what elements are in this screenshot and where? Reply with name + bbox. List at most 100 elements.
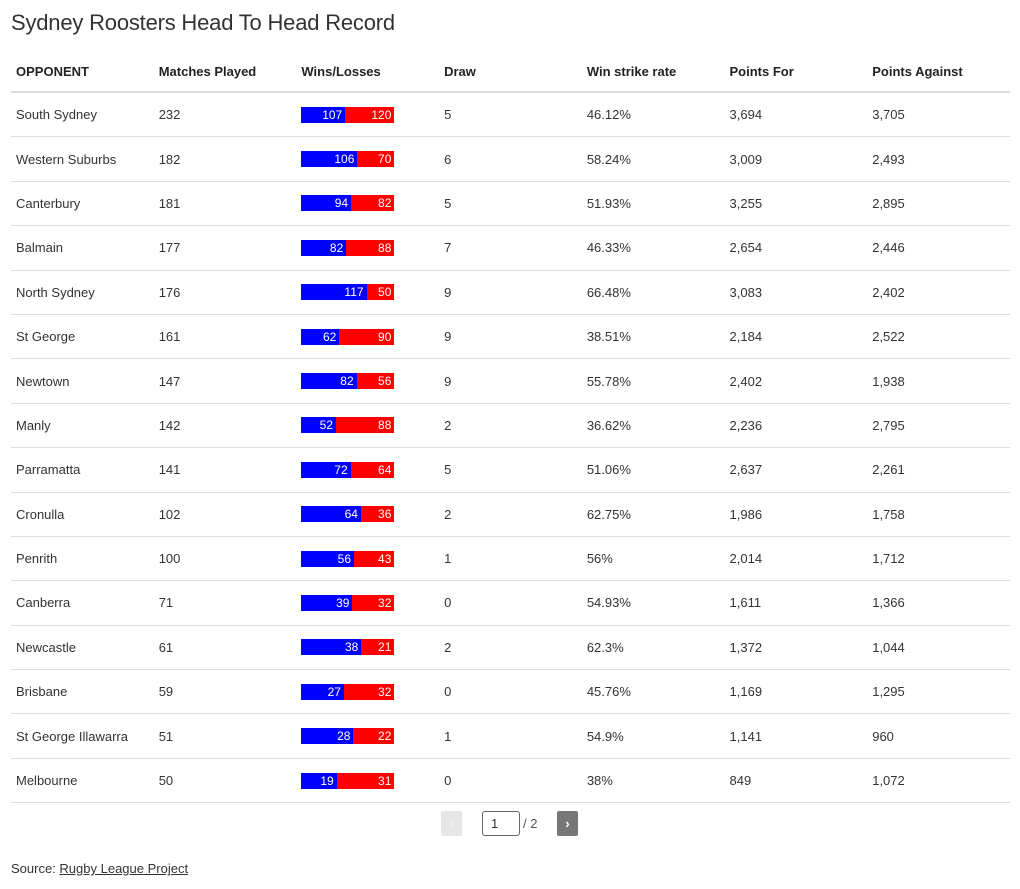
wins-segment: 117 bbox=[301, 284, 367, 301]
points-for-cell: 2,654 bbox=[724, 225, 868, 271]
matches-played-cell: 142 bbox=[153, 403, 297, 449]
column-header-opponent[interactable]: OPPONENT bbox=[11, 52, 154, 93]
matches-played-cell: 176 bbox=[153, 270, 297, 315]
table-row: Cronulla 102 64 36 2 62.75% 1,986 1,758 bbox=[11, 492, 1010, 537]
wins-losses-bar: 38 21 bbox=[301, 639, 395, 656]
table-row: Newcastle 61 38 21 2 62.3% 1,372 1,044 bbox=[11, 625, 1010, 671]
losses-segment: 21 bbox=[361, 639, 395, 656]
wins-losses-bar: 28 22 bbox=[301, 728, 395, 745]
column-header-draw[interactable]: Draw bbox=[439, 52, 582, 93]
points-for-cell: 1,611 bbox=[724, 580, 868, 626]
wins-losses-cell: 72 64 bbox=[296, 447, 440, 493]
opponent-cell: Newcastle bbox=[11, 625, 154, 671]
win-strike-rate-cell: 66.48% bbox=[581, 270, 725, 315]
points-for-cell: 1,141 bbox=[724, 713, 868, 759]
win-strike-rate-cell: 38% bbox=[581, 758, 725, 804]
wins-losses-bar: 82 56 bbox=[301, 373, 395, 390]
win-strike-rate-cell: 54.9% bbox=[581, 713, 725, 759]
table-row: Melbourne 50 19 31 0 38% 849 1,072 bbox=[11, 758, 1010, 804]
table-row: St George Illawarra 51 28 22 1 54.9% 1,141 960 bbox=[11, 713, 1010, 759]
column-header-matches-played[interactable]: Matches Played bbox=[153, 52, 297, 93]
opponent-cell: Manly bbox=[11, 403, 154, 449]
column-header-points-against[interactable]: Points Against bbox=[867, 52, 1010, 93]
wins-losses-bar: 106 70 bbox=[301, 151, 395, 168]
matches-played-cell: 71 bbox=[153, 580, 297, 626]
matches-played-cell: 59 bbox=[153, 669, 297, 715]
page-title: Sydney Roosters Head To Head Record bbox=[11, 10, 395, 35]
draw-cell: 2 bbox=[439, 403, 582, 449]
draw-cell: 9 bbox=[439, 270, 582, 315]
points-for-cell: 2,184 bbox=[724, 314, 868, 360]
next-page-button[interactable]: › bbox=[557, 811, 578, 836]
losses-segment: 31 bbox=[336, 772, 395, 789]
points-for-cell: 1,169 bbox=[724, 669, 868, 715]
matches-played-cell: 177 bbox=[153, 225, 297, 271]
wins-segment: 72 bbox=[301, 461, 351, 478]
points-against-cell: 1,938 bbox=[867, 358, 1010, 404]
points-against-cell: 960 bbox=[867, 713, 1010, 759]
wins-segment: 38 bbox=[301, 639, 362, 656]
table-row: St George 161 62 90 9 38.51% 2,184 2,522 bbox=[11, 314, 1010, 360]
win-strike-rate-cell: 36.62% bbox=[581, 403, 725, 449]
table-row: South Sydney 232 107 120 5 46.12% 3,694 3,705 bbox=[11, 92, 1010, 138]
wins-losses-bar: 94 82 bbox=[301, 195, 395, 212]
draw-cell: 2 bbox=[439, 625, 582, 671]
wins-segment: 27 bbox=[301, 683, 344, 700]
draw-cell: 7 bbox=[439, 225, 582, 271]
table-row: Canterbury 181 94 82 5 51.93% 3,255 2,895 bbox=[11, 181, 1010, 227]
matches-played-cell: 181 bbox=[153, 181, 297, 227]
wins-segment: 62 bbox=[301, 328, 340, 345]
draw-cell: 5 bbox=[439, 181, 582, 227]
column-header-points-for[interactable]: Points For bbox=[724, 52, 868, 93]
opponent-cell: Canberra bbox=[11, 580, 154, 626]
points-against-cell: 1,044 bbox=[867, 625, 1010, 671]
matches-played-cell: 51 bbox=[153, 713, 297, 759]
points-against-cell: 2,261 bbox=[867, 447, 1010, 493]
matches-played-cell: 147 bbox=[153, 358, 297, 404]
opponent-cell: North Sydney bbox=[11, 270, 154, 315]
column-header-win-strike-rate[interactable]: Win strike rate bbox=[581, 52, 725, 93]
previous-page-button[interactable]: ‹ bbox=[441, 811, 462, 836]
win-strike-rate-cell: 51.06% bbox=[581, 447, 725, 493]
head-to-head-table: OPPONENT Matches Played Wins/Losses Draw… bbox=[11, 52, 1010, 804]
page-number-input[interactable] bbox=[482, 811, 520, 836]
column-header-wins-losses[interactable]: Wins/Losses bbox=[296, 52, 440, 93]
win-strike-rate-cell: 46.12% bbox=[581, 92, 725, 138]
opponent-cell: Balmain bbox=[11, 225, 154, 271]
wins-segment: 82 bbox=[301, 373, 357, 390]
wins-segment: 19 bbox=[301, 772, 337, 789]
win-strike-rate-cell: 62.3% bbox=[581, 625, 725, 671]
losses-segment: 120 bbox=[345, 106, 395, 123]
source-link[interactable]: Rugby League Project bbox=[59, 861, 188, 876]
matches-played-cell: 102 bbox=[153, 492, 297, 537]
wins-losses-bar: 56 43 bbox=[301, 550, 395, 567]
points-for-cell: 3,694 bbox=[724, 92, 868, 138]
points-against-cell: 1,758 bbox=[867, 492, 1010, 537]
losses-segment: 82 bbox=[351, 195, 395, 212]
win-strike-rate-cell: 45.76% bbox=[581, 669, 725, 715]
table-row: Canberra 71 39 32 0 54.93% 1,611 1,366 bbox=[11, 580, 1010, 626]
draw-cell: 5 bbox=[439, 92, 582, 138]
table-header-row: OPPONENT Matches Played Wins/Losses Draw… bbox=[11, 52, 1010, 93]
wins-segment: 52 bbox=[301, 417, 336, 434]
losses-segment: 90 bbox=[339, 328, 395, 345]
table-row: Western Suburbs 182 106 70 6 58.24% 3,009 2,493 bbox=[11, 136, 1010, 182]
wins-losses-bar: 72 64 bbox=[301, 461, 395, 478]
points-against-cell: 2,402 bbox=[867, 270, 1010, 315]
opponent-cell: Newtown bbox=[11, 358, 154, 404]
points-against-cell: 2,522 bbox=[867, 314, 1010, 360]
matches-played-cell: 100 bbox=[153, 536, 297, 582]
draw-cell: 0 bbox=[439, 669, 582, 715]
pagination: ‹ / 2 › bbox=[0, 811, 1020, 837]
table-row: Balmain 177 82 88 7 46.33% 2,654 2,446 bbox=[11, 225, 1010, 271]
points-for-cell: 2,402 bbox=[724, 358, 868, 404]
points-against-cell: 1,072 bbox=[867, 758, 1010, 804]
points-against-cell: 2,493 bbox=[867, 136, 1010, 182]
losses-segment: 22 bbox=[353, 728, 395, 745]
losses-segment: 64 bbox=[350, 461, 395, 478]
points-against-cell: 1,366 bbox=[867, 580, 1010, 626]
wins-losses-cell: 39 32 bbox=[296, 580, 440, 626]
draw-cell: 2 bbox=[439, 492, 582, 537]
wins-losses-bar: 107 120 bbox=[301, 106, 395, 123]
win-strike-rate-cell: 55.78% bbox=[581, 358, 725, 404]
